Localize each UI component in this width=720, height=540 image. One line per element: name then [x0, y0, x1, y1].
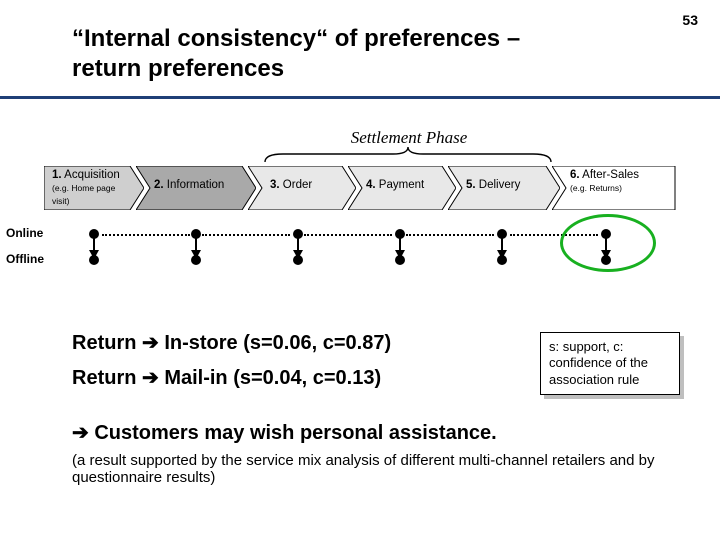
process-diagram: Settlement Phase 1. Acquisition (e.g. Hom… — [44, 128, 676, 308]
phase-num: 2. — [154, 179, 164, 191]
phase-name: Information — [167, 179, 225, 191]
phase-order: 3. Order — [248, 166, 356, 210]
phase-num: 3. — [270, 179, 280, 191]
phase-information: 2. Information — [136, 166, 256, 210]
legend-text: s: support, c: confidence of the associa… — [540, 332, 680, 395]
channel-offline-label: Offline — [6, 252, 44, 266]
conclusion-line: ➔ Customers may wish personal assistance… — [72, 420, 680, 445]
phase-name: After-Sales — [582, 169, 639, 181]
phase-num: 4. — [366, 179, 376, 191]
bullet-pre: Return — [72, 332, 142, 354]
arrow-down-icon — [395, 250, 405, 259]
phase-name: Order — [283, 179, 312, 191]
legend-box: s: support, c: confidence of the associa… — [540, 332, 680, 395]
arrow-down-icon — [191, 250, 201, 259]
phase-name: Payment — [379, 179, 424, 191]
phase-payment: 4. Payment — [348, 166, 456, 210]
page-number: 53 — [682, 12, 698, 28]
settlement-phase-label: Settlement Phase — [334, 128, 484, 148]
arrow-right-icon: ➔ — [72, 422, 89, 444]
bullet-post: Mail-in (s=0.04, c=0.13) — [159, 367, 381, 389]
bullet-post: In-store (s=0.06, c=0.87) — [159, 332, 391, 354]
arrow-down-icon — [89, 250, 99, 259]
conclusion-text: Customers may wish personal assistance. — [89, 422, 497, 444]
slide: 53 “Internal consistency“ of preferences… — [0, 0, 720, 540]
highlight-ellipse — [560, 214, 656, 272]
arrow-right-icon: ➔ — [142, 332, 159, 354]
brace-icon — [263, 146, 553, 164]
phase-acquisition: 1. Acquisition (e.g. Home page visit) — [44, 166, 144, 210]
phase-name: Delivery — [479, 179, 521, 191]
phase-delivery: 5. Delivery — [448, 166, 560, 210]
phase-num: 5. — [466, 179, 476, 191]
bullet-pre: Return — [72, 367, 142, 389]
phase-name: Acquisition — [64, 169, 120, 181]
arrow-down-icon — [497, 250, 507, 259]
channel-online-label: Online — [6, 226, 43, 240]
phase-num: 6. — [570, 169, 580, 181]
title-underline — [0, 96, 720, 99]
support-text: (a result supported by the service mix a… — [72, 452, 680, 486]
phase-num: 1. — [52, 169, 62, 181]
phase-row: 1. Acquisition (e.g. Home page visit) 2. … — [44, 166, 676, 210]
phase-sub: (e.g. Returns) — [570, 183, 622, 193]
phase-after-sales: 6. After-Sales (e.g. Returns) — [552, 166, 676, 210]
phase-sub: (e.g. Home page visit) — [52, 183, 115, 206]
page-title: “Internal consistency“ of preferences – … — [72, 24, 520, 84]
arrow-right-icon: ➔ — [142, 367, 159, 389]
title-line-2: return preferences — [72, 55, 284, 82]
arrow-down-icon — [293, 250, 303, 259]
title-line-1: “Internal consistency“ of preferences – — [72, 25, 520, 52]
